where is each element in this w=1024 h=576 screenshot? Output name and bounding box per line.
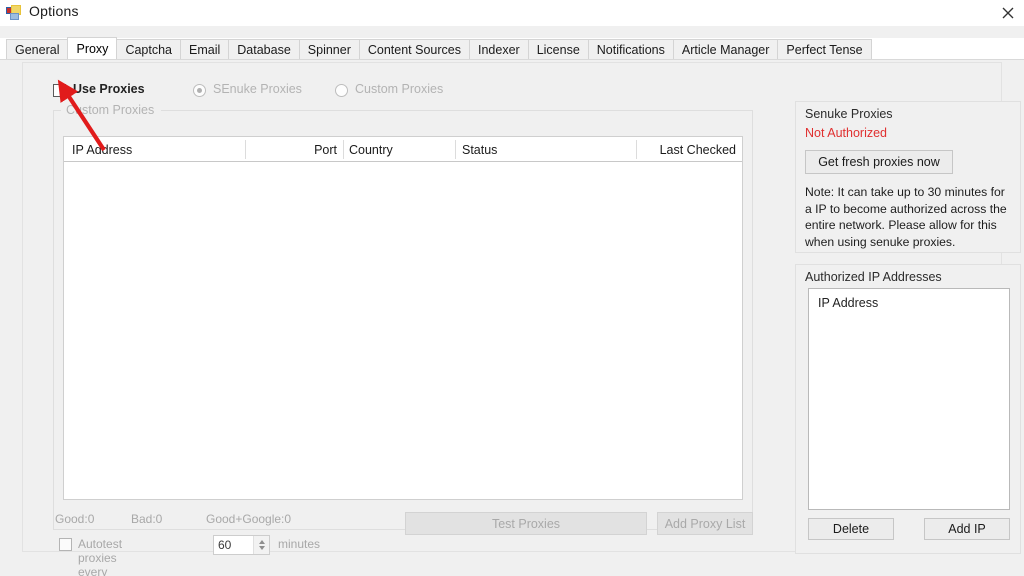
stepper-arrows[interactable]	[253, 536, 269, 554]
authorized-ip-panel: Authorized IP Addresses IP Address Delet…	[795, 264, 1021, 554]
stat-good-google: Good+Google:0	[206, 512, 292, 526]
column-divider-0[interactable]	[245, 140, 246, 159]
tab-indexer[interactable]: Indexer	[468, 39, 529, 60]
authorized-ip-listbox[interactable]: IP Address	[808, 288, 1010, 510]
app-form-icon	[6, 5, 22, 21]
chevron-down-icon[interactable]	[258, 546, 265, 550]
tab-license[interactable]: License	[527, 39, 589, 60]
senuke-proxies-note: Note: It can take up to 30 minutes for a…	[805, 185, 1007, 249]
column-divider-1[interactable]	[343, 140, 344, 159]
tab-content-sources[interactable]: Content Sources	[358, 39, 470, 60]
use-proxies-checkbox[interactable]	[53, 84, 66, 97]
authorization-status-badge: Not Authorized	[805, 126, 887, 140]
proxy-left-panel: Use Proxies SEnuke Proxies Custom Proxie…	[53, 72, 783, 576]
get-fresh-proxies-button[interactable]: Get fresh proxies now	[805, 150, 953, 174]
tab-article-manager[interactable]: Article Manager	[672, 39, 779, 60]
column-header-last-checked[interactable]: Last Checked	[639, 137, 736, 162]
proxy-table[interactable]: IP Address Port Country Status Last Checked	[63, 136, 743, 500]
tab-spinner[interactable]: Spinner	[298, 39, 360, 60]
senuke-proxies-radio-dot	[197, 88, 202, 93]
tab-database[interactable]: Database	[228, 39, 300, 60]
column-header-ip-address[interactable]: IP Address	[72, 137, 242, 162]
proxy-table-body[interactable]	[64, 162, 742, 499]
tab-perfect-tense[interactable]: Perfect Tense	[777, 39, 872, 60]
options-dialog: Options General Proxy Captcha Email Database…	[0, 0, 1024, 576]
add-proxy-list-button[interactable]: Add Proxy List	[657, 512, 753, 535]
tab-strip: General Proxy Captcha Email Database Spinner C…	[0, 37, 1024, 60]
autotest-minutes-stepper[interactable]: 60	[213, 535, 270, 555]
custom-proxies-radio[interactable]	[335, 84, 348, 97]
column-header-status[interactable]: Status	[462, 137, 622, 162]
autotest-label-before: Autotest proxies every	[78, 537, 123, 576]
stat-bad: Bad:0	[131, 512, 163, 526]
delete-ip-button[interactable]: Delete	[808, 518, 894, 540]
column-header-country[interactable]: Country	[349, 137, 449, 162]
tab-captcha[interactable]: Captcha	[116, 39, 181, 60]
tab-notifications[interactable]: Notifications	[587, 39, 674, 60]
use-proxies-label: Use Proxies	[73, 82, 145, 96]
tab-general[interactable]: General	[6, 39, 69, 60]
column-divider-3[interactable]	[636, 140, 637, 159]
proxy-tab-panel: Use Proxies SEnuke Proxies Custom Proxie…	[22, 62, 1021, 576]
senuke-proxies-radio[interactable]	[193, 84, 206, 97]
proxy-table-header: IP Address Port Country Status Last Checked	[64, 137, 742, 162]
autotest-label-after: minutes	[278, 537, 321, 551]
window-title: Options	[29, 3, 79, 19]
authorized-ip-panel-title: Authorized IP Addresses	[805, 270, 942, 284]
test-proxies-button[interactable]: Test Proxies	[405, 512, 647, 535]
stat-good: Good:0	[55, 512, 95, 526]
column-divider-2[interactable]	[455, 140, 456, 159]
senuke-proxies-panel-title: Senuke Proxies	[805, 107, 893, 121]
close-icon[interactable]	[996, 2, 1020, 24]
proxy-stats-row: Good:0 Bad:0 Good+Google:0 Autotest prox…	[53, 512, 753, 576]
tab-proxy[interactable]: Proxy	[67, 37, 118, 60]
tab-email[interactable]: Email	[180, 39, 230, 60]
proxy-right-column: Senuke Proxies Not Authorized Get fresh …	[795, 101, 1021, 554]
senuke-proxies-label: SEnuke Proxies	[213, 82, 302, 96]
column-header-port[interactable]: Port	[259, 137, 337, 162]
tab-list: General Proxy Captcha Email Database Spinner C…	[6, 37, 872, 60]
authorized-ip-list-header: IP Address	[818, 296, 879, 310]
add-ip-button[interactable]: Add IP	[924, 518, 1010, 540]
tab-strip-underline	[0, 59, 1024, 60]
chevron-up-icon[interactable]	[258, 540, 265, 544]
autotest-minutes-value: 60	[218, 538, 232, 552]
title-bar: Options	[0, 0, 1024, 26]
senuke-proxies-panel: Senuke Proxies Not Authorized Get fresh …	[795, 101, 1021, 253]
custom-proxies-radio-label: Custom Proxies	[355, 82, 444, 96]
proxy-mode-row: Use Proxies SEnuke Proxies Custom Proxie…	[53, 82, 753, 100]
autotest-checkbox[interactable]	[59, 538, 72, 551]
